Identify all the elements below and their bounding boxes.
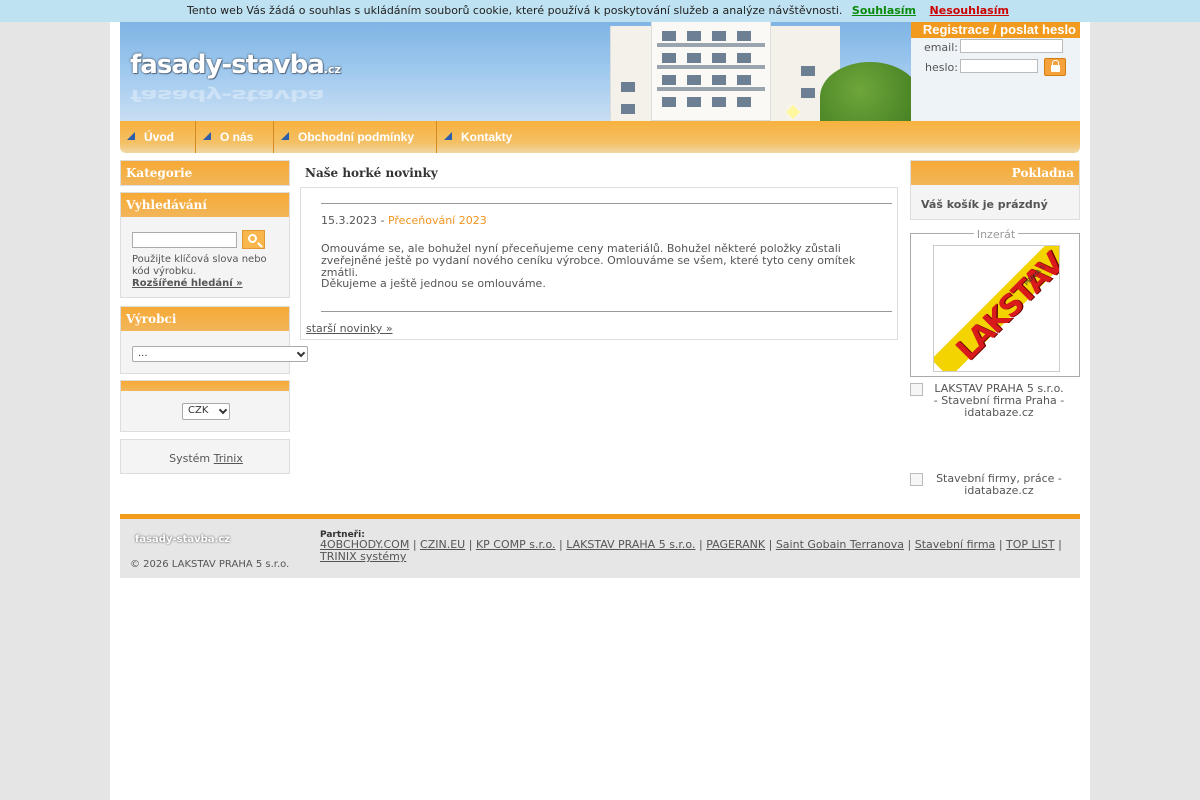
partner-link[interactable]: CZIN.EU xyxy=(420,538,465,551)
system-box: Systém Trinix xyxy=(120,439,290,474)
lakstav-banner[interactable]: LAKSTAV PRAHA 5 xyxy=(933,245,1060,372)
news-paragraph: Děkujeme a ještě jednou se omlouváme. xyxy=(321,277,546,290)
nav-item-kontakty[interactable]: Kontakty xyxy=(437,121,527,153)
site-logo[interactable]: fasady-stavba.cz xyxy=(130,50,341,80)
login-button[interactable] xyxy=(1044,58,1066,76)
news-box: 15.3.2023 - Přeceňování 2023 Omouváme se… xyxy=(300,187,898,340)
nav-item-uvod[interactable]: Úvod xyxy=(120,121,196,153)
news-heading: Naše horké novinky xyxy=(305,166,438,180)
news-item-title[interactable]: Přeceňování 2023 xyxy=(388,214,487,227)
site-header: fasady-stavba.cz fasady-stavba xyxy=(120,22,911,121)
cart-empty-text: Váš košík je prázdný xyxy=(921,198,1048,211)
system-credit: Systém Trinix xyxy=(169,452,243,465)
search-input[interactable] xyxy=(132,232,237,248)
partner-link[interactable]: PAGERANK xyxy=(706,538,765,551)
categories-box: Kategorie xyxy=(120,160,290,186)
partner-link[interactable]: TRINIX systémy xyxy=(320,550,406,563)
older-news-link[interactable]: starší novinky » xyxy=(306,322,393,335)
currency-select[interactable]: CZK xyxy=(182,403,230,420)
cookie-accept-link[interactable]: Souhlasím xyxy=(852,4,916,17)
currency-box-head xyxy=(121,381,289,391)
cookie-text: Tento web Vás žádá o souhlas s ukládáním… xyxy=(187,4,843,17)
partner-link[interactable]: TOP LIST xyxy=(1006,538,1055,551)
email-input[interactable] xyxy=(960,39,1063,53)
trinix-link[interactable]: Trinix xyxy=(214,452,243,465)
lock-icon xyxy=(1051,60,1060,72)
search-icon xyxy=(248,234,257,243)
idatabaze-badge-2[interactable]: Stavební firmy, práce - idatabaze.cz xyxy=(910,473,1080,497)
password-label: heslo: xyxy=(925,61,958,74)
partner-link[interactable]: Saint Gobain Terranova xyxy=(776,538,904,551)
triangle-icon xyxy=(281,132,289,140)
currency-box: CZK xyxy=(120,380,290,432)
news-date: 15.3.2023 - Přeceňování 2023 xyxy=(321,214,487,227)
categories-title: Kategorie xyxy=(121,161,289,185)
triangle-icon xyxy=(127,132,135,140)
ad-legend: Inzerát xyxy=(911,228,1081,241)
divider xyxy=(321,203,892,204)
partner-link[interactable]: LAKSTAV PRAHA 5 s.r.o. xyxy=(566,538,695,551)
partner-link[interactable]: Stavební firma xyxy=(915,538,996,551)
partner-link[interactable]: KP COMP s.r.o. xyxy=(476,538,556,551)
broken-image-icon xyxy=(910,383,923,396)
copyright: © 2026 LAKSTAV PRAHA 5 s.r.o. xyxy=(130,559,290,570)
email-row: email: xyxy=(911,39,1080,55)
cookie-reject-link[interactable]: Nesouhlasím xyxy=(930,4,1009,17)
cart-box: Pokladna Váš košík je prázdný xyxy=(910,160,1080,220)
main-nav: Úvod O nás Obchodní podmínky Kontakty xyxy=(120,121,1080,153)
cart-title: Pokladna xyxy=(911,161,1079,185)
footer-logo: fasady-stavba.cz xyxy=(135,534,231,545)
manufacturer-select[interactable]: ... xyxy=(132,346,308,362)
password-input[interactable] xyxy=(960,59,1038,73)
triangle-icon xyxy=(203,132,211,140)
manufacturers-title: Výrobci xyxy=(121,307,289,331)
search-box: Vyhledávání Použijte klíčová slova nebo … xyxy=(120,192,290,298)
search-title: Vyhledávání xyxy=(121,193,289,217)
header-building-image xyxy=(610,22,840,121)
news-paragraph: Omouváme se, ale bohužel nyní přeceňujem… xyxy=(321,242,856,279)
divider xyxy=(321,311,892,312)
email-label: email: xyxy=(923,41,958,54)
triangle-icon xyxy=(444,132,452,140)
search-hint: Použijte klíčová slova nebo kód výrobku. xyxy=(132,254,267,277)
chevron-down-icon xyxy=(218,405,228,415)
cookie-consent-bar: Tento web Vás žádá o souhlas s ukládáním… xyxy=(0,0,1200,22)
search-button[interactable] xyxy=(242,230,265,249)
logo-reflection: fasady-stavba xyxy=(130,86,324,104)
manufacturers-box: Výrobci ... xyxy=(120,306,308,374)
nav-item-o-nas[interactable]: O nás xyxy=(196,121,274,153)
site-footer: fasady-stavba.cz © 2026 LAKSTAV PRAHA 5 … xyxy=(120,514,1080,578)
advanced-search-link[interactable]: Rozšířené hledání » xyxy=(132,278,243,289)
chevron-down-icon xyxy=(296,348,306,358)
ad-box: Inzerát LAKSTAV PRAHA 5 xyxy=(910,228,1080,377)
idatabaze-badge-1[interactable]: LAKSTAV PRAHA 5 s.r.o. - Stavební firma … xyxy=(910,383,1080,419)
broken-image-icon xyxy=(910,473,923,486)
nav-item-obchodni-podminky[interactable]: Obchodní podmínky xyxy=(274,121,437,153)
page-container: fasady-stavba.cz fasady-stavba Registrac… xyxy=(110,22,1090,800)
register-link[interactable]: Registrace / poslat heslo xyxy=(911,22,1080,38)
partners-list: 4OBCHODY.COM | CZIN.EU | KP COMP s.r.o. … xyxy=(320,538,1062,563)
login-box: Registrace / poslat heslo email: heslo: xyxy=(911,22,1080,121)
